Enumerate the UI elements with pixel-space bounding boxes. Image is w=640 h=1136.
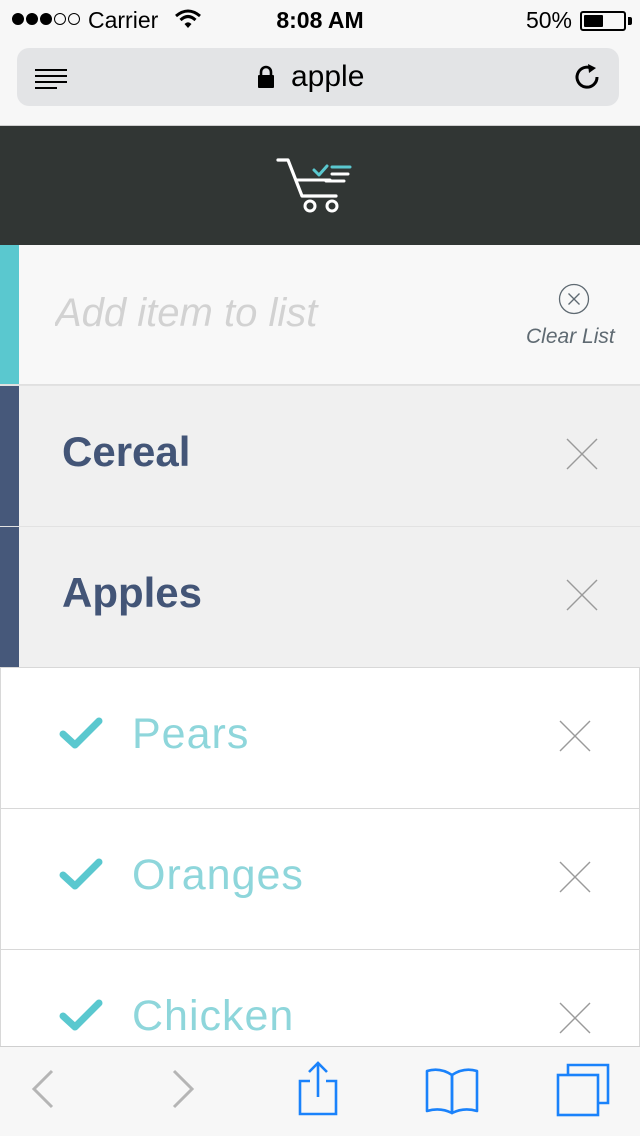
shopping-cart-list-icon bbox=[274, 154, 354, 221]
forward-icon[interactable] bbox=[170, 1069, 196, 1114]
delete-icon[interactable] bbox=[558, 1001, 592, 1040]
url-text[interactable]: apple bbox=[291, 60, 364, 94]
battery-nub bbox=[628, 17, 632, 25]
bookmarks-icon[interactable] bbox=[424, 1065, 480, 1122]
lock-icon bbox=[257, 65, 275, 94]
share-icon[interactable] bbox=[297, 1061, 339, 1122]
list-item[interactable]: Cereal bbox=[0, 385, 640, 526]
delete-icon[interactable] bbox=[558, 719, 592, 758]
browser-toolbar bbox=[0, 1046, 640, 1136]
add-item-input[interactable] bbox=[55, 283, 475, 343]
battery-icon bbox=[580, 11, 626, 31]
item-label[interactable]: Apples bbox=[62, 569, 202, 617]
delete-icon[interactable] bbox=[565, 578, 599, 617]
reader-icon[interactable] bbox=[35, 68, 67, 95]
navy-accent-bar bbox=[0, 386, 19, 526]
checkmark-icon[interactable] bbox=[59, 857, 103, 896]
list-item[interactable]: Oranges bbox=[0, 808, 640, 949]
status-bar: Carrier 8:08 AM 50% bbox=[0, 0, 640, 40]
clear-list-button[interactable]: Clear List bbox=[526, 325, 615, 349]
item-label[interactable]: Oranges bbox=[132, 851, 304, 900]
browser-header: apple bbox=[0, 40, 640, 126]
back-icon[interactable] bbox=[30, 1069, 56, 1114]
list-item[interactable]: Apples bbox=[0, 526, 640, 667]
item-label[interactable]: Chicken bbox=[132, 992, 294, 1041]
teal-accent-bar bbox=[0, 245, 19, 384]
checkmark-icon[interactable] bbox=[59, 998, 103, 1037]
address-bar[interactable]: apple bbox=[17, 48, 619, 106]
battery-percent: 50% bbox=[525, 7, 572, 33]
item-label[interactable]: Pears bbox=[132, 710, 249, 759]
delete-icon[interactable] bbox=[565, 437, 599, 476]
checkmark-icon[interactable] bbox=[59, 716, 103, 755]
delete-icon[interactable] bbox=[558, 860, 592, 899]
tabs-icon[interactable] bbox=[556, 1063, 610, 1122]
clear-list-icon[interactable] bbox=[558, 283, 590, 320]
navy-accent-bar bbox=[0, 527, 19, 667]
list-item[interactable]: Pears bbox=[0, 667, 640, 808]
add-item-row bbox=[0, 245, 640, 385]
item-label[interactable]: Cereal bbox=[62, 428, 190, 476]
reload-icon[interactable] bbox=[573, 62, 603, 97]
app-header bbox=[0, 126, 640, 245]
